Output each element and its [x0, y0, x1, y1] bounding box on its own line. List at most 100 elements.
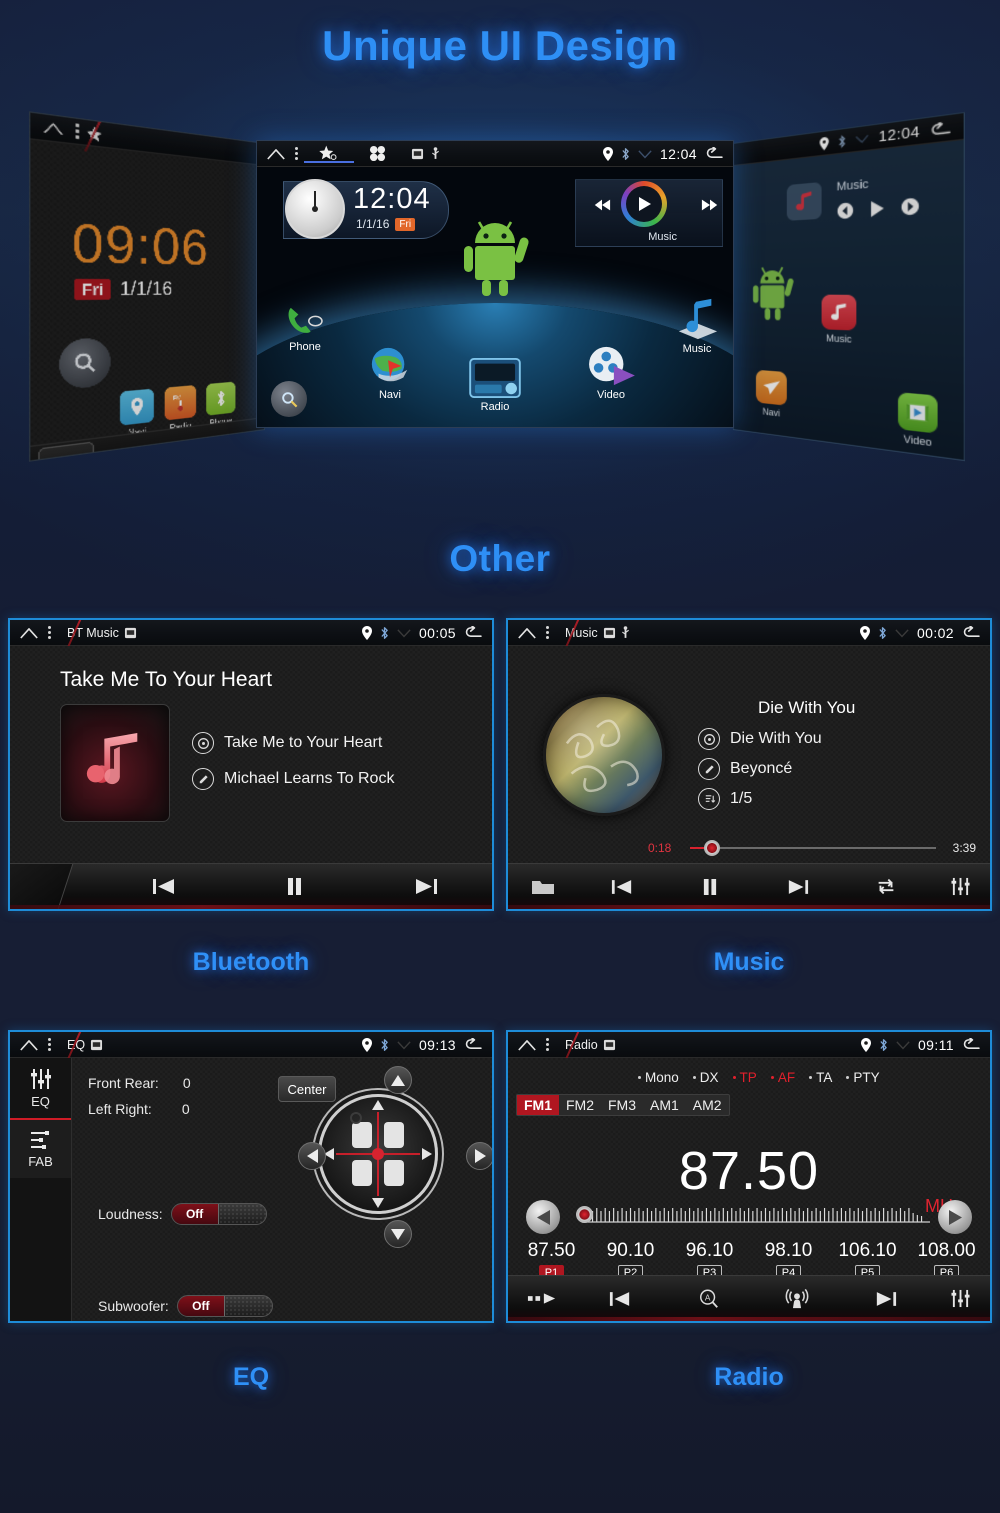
radio-band-am2[interactable]: AM2: [686, 1095, 729, 1115]
app-label: Video: [597, 389, 625, 401]
music-folder-button[interactable]: [508, 877, 578, 896]
bt-control-bar: [10, 863, 492, 909]
usb-icon: [432, 147, 439, 159]
next-track-icon[interactable]: [701, 199, 719, 211]
back-arrow-icon[interactable]: [930, 120, 952, 137]
back-arrow-icon[interactable]: [962, 1038, 981, 1051]
back-arrow-icon[interactable]: [464, 626, 483, 639]
home-icon[interactable]: [19, 1039, 39, 1051]
kebab-menu-icon[interactable]: [295, 147, 298, 160]
music-pause-button[interactable]: [666, 878, 754, 896]
radio-mode-tp[interactable]: TP: [732, 1070, 757, 1085]
eq-subwoofer-value: Off: [177, 1296, 224, 1316]
eq-fader-widget[interactable]: [318, 1094, 438, 1214]
radio-band-am1[interactable]: AM1: [643, 1095, 686, 1115]
music-progress[interactable]: 0:18 3:39: [648, 838, 976, 858]
home-icon[interactable]: [266, 148, 286, 160]
previous-track-icon[interactable]: [593, 199, 611, 211]
radio-tune-up-button[interactable]: [938, 1200, 972, 1234]
radio-station-list-button[interactable]: [753, 1288, 842, 1310]
radio-mode-ta[interactable]: TA: [809, 1070, 832, 1085]
album-artwork: [565, 719, 639, 793]
radio-band-selector[interactable]: FM1 FM2 FM3 AM1 AM2: [516, 1094, 730, 1116]
radio-auto-search-button[interactable]: A: [665, 1288, 754, 1310]
kebab-menu-icon[interactable]: [546, 626, 549, 639]
app-radio[interactable]: Radio: [469, 357, 521, 413]
home-icon[interactable]: [517, 1039, 537, 1051]
bt-previous-button[interactable]: [98, 878, 229, 895]
next-icon[interactable]: [900, 197, 920, 217]
radio-next-button[interactable]: [842, 1291, 931, 1307]
eq-right-button[interactable]: [466, 1142, 492, 1170]
radio-scan-button[interactable]: [508, 1292, 576, 1305]
music-repeat-button[interactable]: [842, 877, 930, 896]
home-icon[interactable]: [517, 627, 537, 639]
widget-play-button[interactable]: [621, 181, 667, 227]
left-search-button[interactable]: [59, 337, 111, 390]
radio-band-fm3[interactable]: FM3: [601, 1095, 643, 1115]
eq-left-button[interactable]: [298, 1142, 326, 1170]
main-tab-storage[interactable]: [401, 147, 450, 160]
eq-up-button[interactable]: [384, 1066, 412, 1094]
app-music[interactable]: Music: [673, 297, 721, 355]
music-next-button[interactable]: [754, 879, 842, 895]
preset-freq: 87.50: [527, 1240, 576, 1261]
wifi-icon: [638, 150, 652, 159]
radio-tuning-knob[interactable]: [576, 1206, 593, 1223]
radio-tune-down-button[interactable]: [526, 1200, 560, 1234]
music-previous-button[interactable]: [578, 879, 666, 895]
eq-loudness-toggle[interactable]: Off: [170, 1203, 267, 1225]
app-navi[interactable]: Navi: [367, 345, 413, 401]
bluetooth-icon: [838, 134, 847, 148]
left-clock-date: 1/1/16: [119, 277, 173, 300]
app-phone[interactable]: Phone: [285, 305, 325, 353]
eq-tab-fab[interactable]: FAB: [10, 1118, 71, 1178]
previous-icon[interactable]: [837, 201, 855, 220]
kebab-menu-icon[interactable]: [75, 123, 80, 140]
music-equalizer-button[interactable]: [930, 877, 990, 896]
main-statusbar: 12:04: [257, 141, 733, 167]
radio-band-fm2[interactable]: FM2: [559, 1095, 601, 1115]
play-icon[interactable]: [869, 199, 885, 218]
radio-mode-dx[interactable]: DX: [692, 1070, 719, 1085]
bt-pause-button[interactable]: [229, 877, 360, 896]
radio-tuning-scale[interactable]: [576, 1204, 930, 1226]
main-tab-favorites[interactable]: [304, 144, 354, 163]
fm-radio-icon: FM: [164, 384, 197, 421]
back-arrow-icon[interactable]: [705, 147, 724, 160]
home-icon[interactable]: [19, 627, 39, 639]
back-arrow-icon[interactable]: [464, 1038, 483, 1051]
radio-band-fm1[interactable]: FM1: [517, 1095, 559, 1115]
eq-tab-eq[interactable]: EQ: [10, 1058, 71, 1118]
app-video[interactable]: Video: [585, 345, 637, 401]
auto-search-icon: A: [699, 1289, 718, 1308]
kebab-menu-icon[interactable]: [48, 1038, 51, 1051]
radio-equalizer-button[interactable]: [930, 1289, 990, 1308]
radio-mode-af[interactable]: AF: [770, 1070, 795, 1085]
main-search-button[interactable]: [271, 381, 307, 417]
kebab-menu-icon[interactable]: [546, 1038, 549, 1051]
radio-mode-mono[interactable]: Mono: [638, 1070, 679, 1085]
right-app-music[interactable]: Music: [821, 294, 857, 345]
eq-down-button[interactable]: [384, 1220, 412, 1248]
sdcard-icon: [91, 1039, 103, 1050]
main-tab-apps[interactable]: [354, 145, 401, 162]
back-arrow-icon[interactable]: [962, 626, 981, 639]
home-icon[interactable]: [42, 120, 64, 136]
music-progress-knob[interactable]: [704, 840, 721, 856]
page-root: Unique UI Design 09:06 Fri 1/1/16 FM 12:…: [0, 0, 1000, 1513]
eq-loudness-knob[interactable]: [217, 1204, 266, 1224]
app-label: Navi: [378, 389, 401, 401]
music-progress-track[interactable]: [690, 840, 936, 856]
fader-up-indicator: [372, 1100, 384, 1110]
previous-track-icon: [611, 879, 632, 894]
right-app-navi[interactable]: Navi: [755, 369, 787, 420]
kebab-menu-icon[interactable]: [48, 626, 51, 639]
bt-next-button[interactable]: [361, 878, 492, 895]
right-app-video[interactable]: Video: [898, 392, 938, 449]
radio-previous-button[interactable]: [576, 1291, 665, 1307]
eq-subwoofer-toggle[interactable]: Off: [176, 1295, 273, 1317]
right-music-widget-icon[interactable]: [786, 181, 822, 221]
eq-subwoofer-knob[interactable]: [223, 1296, 272, 1316]
radio-mode-pty[interactable]: PTY: [846, 1070, 880, 1085]
